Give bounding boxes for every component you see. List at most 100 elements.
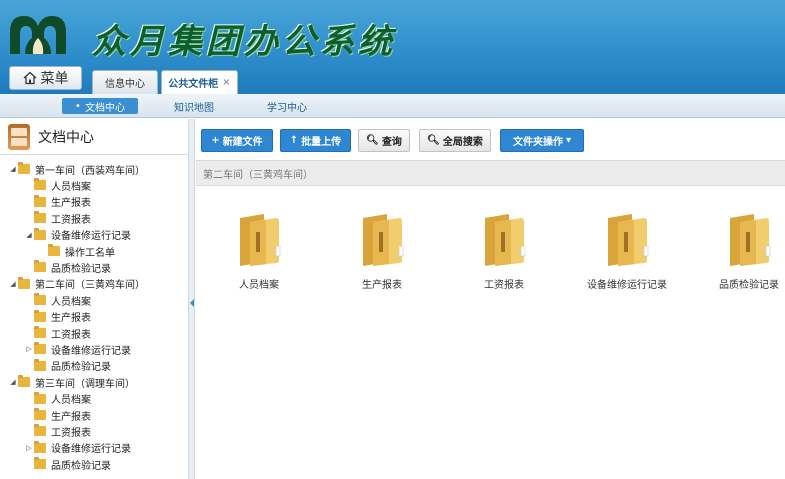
file-item[interactable]: 工资报表 [449, 212, 559, 291]
panel-splitter[interactable] [188, 119, 195, 479]
folder-icon [34, 227, 46, 240]
folder-icon [34, 326, 46, 338]
app-header: 众月集团办公系统 菜单 信息中心 公共文件柜 × [0, 0, 785, 94]
tree-item-label: 设备维修运行记录 [51, 231, 131, 243]
tree-item-label: 第三车间（调理车间） [35, 378, 135, 390]
folder-icon [34, 260, 46, 273]
collapse-arrow-icon[interactable]: ◢ [8, 378, 18, 386]
breadcrumb: 第二车间（三黄鸡车间） [196, 160, 785, 186]
tree-item[interactable]: ▷ 设备维修运行记录 [24, 440, 131, 456]
folder-icon [34, 178, 46, 191]
tree-item[interactable]: 生产报表 [34, 309, 91, 325]
folder-icon [485, 214, 526, 266]
file-grid: 人员档案 生产报表 工资报表 设备维修运行记录 品质检验记录 [196, 186, 785, 479]
folder-operations-dropdown[interactable]: 文件夹操作 ▾ [500, 129, 584, 152]
file-item[interactable]: 品质检验记录 [694, 212, 785, 291]
tree-item[interactable]: 工资报表 [34, 325, 91, 341]
subnav-label: 学习中心 [267, 102, 307, 114]
folder-icon [18, 375, 30, 388]
global-search-label: 全局搜索 [442, 137, 483, 148]
folder-icon [34, 408, 46, 420]
file-cabinet-icon [8, 123, 30, 150]
tree-item-label: 设备维修运行记录 [51, 444, 131, 456]
sidebar-header: 文档中心 [0, 119, 189, 155]
collapse-arrow-icon[interactable]: ◢ [24, 231, 34, 239]
subnav-item-knowledge-map[interactable]: 知识地图 [168, 98, 220, 114]
tree-item[interactable]: 工资报表 [34, 210, 91, 226]
tab-public-file-cabinet[interactable]: 公共文件柜 × [161, 70, 238, 94]
query-label: 查询 [381, 137, 402, 148]
tree-item[interactable]: 工资报表 [34, 423, 91, 439]
tree-item[interactable]: 操作工名单 [48, 243, 115, 259]
global-search-button[interactable]: 🔍︎ 全局搜索 [419, 129, 491, 152]
tree-item-label: 人员档案 [51, 395, 91, 407]
file-label: 品质检验记录 [719, 280, 779, 291]
tree-item[interactable]: 品质检验记录 [34, 259, 111, 275]
folder-icon [363, 214, 404, 266]
tab-info-center[interactable]: 信息中心 [92, 70, 158, 94]
subnav-label: 知识地图 [174, 102, 214, 114]
collapse-arrow-icon[interactable] [190, 299, 194, 307]
new-file-button[interactable]: + 新建文件 [201, 129, 273, 152]
folder-icon [34, 424, 46, 437]
close-icon[interactable]: × [222, 77, 230, 88]
tree-item-label: 工资报表 [51, 214, 91, 226]
file-item[interactable]: 生产报表 [327, 212, 437, 291]
subnav-item-document-center[interactable]: • 文档中心 [62, 98, 138, 114]
folder-icon [34, 440, 46, 453]
file-label: 设备维修运行记录 [587, 280, 667, 291]
folder-icon [34, 293, 46, 306]
tree-item-label: 第二车间（三黄鸡车间） [35, 280, 145, 292]
tree-item-label: 生产报表 [51, 198, 91, 210]
tree-item-label: 人员档案 [51, 296, 91, 308]
tree-item[interactable]: ◢ 第三车间（调理车间） [8, 374, 135, 390]
tab-label: 信息中心 [105, 79, 145, 90]
tree-item[interactable]: ◢ 第一车间（西装鸡车间） [8, 161, 145, 177]
tree-item-label: 品质检验记录 [51, 460, 111, 472]
tree-item[interactable]: 人员档案 [34, 391, 91, 407]
sub-navigation: • 文档中心 知识地图 学习中心 [0, 94, 785, 118]
tree-item-label: 工资报表 [51, 329, 91, 341]
batch-upload-button[interactable]: ↑ 批量上传 [280, 129, 351, 152]
tree-item-label: 人员档案 [51, 181, 91, 193]
tree-item[interactable]: 生产报表 [34, 194, 91, 210]
tree-item-label: 操作工名单 [65, 247, 115, 259]
tree-item[interactable]: ◢ 第二车间（三黄鸡车间） [8, 276, 145, 292]
sidebar: 文档中心 ◢ 第一车间（西装鸡车间） 人员档案 生产报表 工资报表 ◢ 设备维修运行记录 操作… [0, 119, 190, 479]
file-label: 工资报表 [484, 280, 524, 291]
folder-icon [34, 309, 46, 322]
system-title: 众月集团办公系统 [92, 22, 396, 62]
toolbar: + 新建文件 ↑ 批量上传 🔍︎ 查询 🔍︎ 全局搜索 文件夹操作 ▾ [196, 119, 785, 159]
tab-label: 公共文件柜 [168, 79, 219, 90]
menu-button[interactable]: 菜单 [9, 66, 82, 90]
folder-icon [48, 244, 60, 256]
collapse-arrow-icon[interactable]: ◢ [8, 165, 18, 173]
tree-item[interactable]: 生产报表 [34, 407, 91, 423]
tree-item[interactable]: 人员档案 [34, 177, 91, 193]
expand-arrow-icon[interactable]: ▷ [24, 444, 34, 452]
chevron-down-icon: ▾ [565, 135, 572, 146]
plus-icon: + [211, 135, 220, 146]
search-icon: 🔍︎ [366, 135, 379, 146]
search-icon: 🔍︎ [427, 135, 440, 146]
tree-item[interactable]: 品质检验记录 [34, 358, 111, 374]
new-file-label: 新建文件 [222, 137, 263, 148]
upload-arrow-icon: ↑ [289, 135, 299, 146]
tree-item[interactable]: ▷ 设备维修运行记录 [24, 341, 131, 357]
file-item[interactable]: 设备维修运行记录 [572, 212, 682, 291]
subnav-item-learning-center[interactable]: 学习中心 [261, 98, 313, 114]
collapse-arrow-icon[interactable]: ◢ [8, 280, 18, 288]
tree-item-label: 品质检验记录 [51, 362, 111, 374]
expand-arrow-icon[interactable]: ▷ [24, 345, 34, 353]
tree-item[interactable]: 人员档案 [34, 292, 91, 308]
tree-item[interactable]: ◢ 设备维修运行记录 [24, 227, 131, 243]
batch-upload-label: 批量上传 [301, 137, 342, 148]
query-button[interactable]: 🔍︎ 查询 [358, 129, 410, 152]
menu-label: 菜单 [40, 71, 69, 87]
tree-item-label: 品质检验记录 [51, 263, 111, 275]
folder-icon [240, 214, 281, 266]
logo-icon [10, 16, 66, 54]
tree-item-label: 设备维修运行记录 [51, 345, 131, 357]
tree-item[interactable]: 品质检验记录 [34, 456, 111, 472]
file-item[interactable]: 人员档案 [204, 212, 314, 291]
